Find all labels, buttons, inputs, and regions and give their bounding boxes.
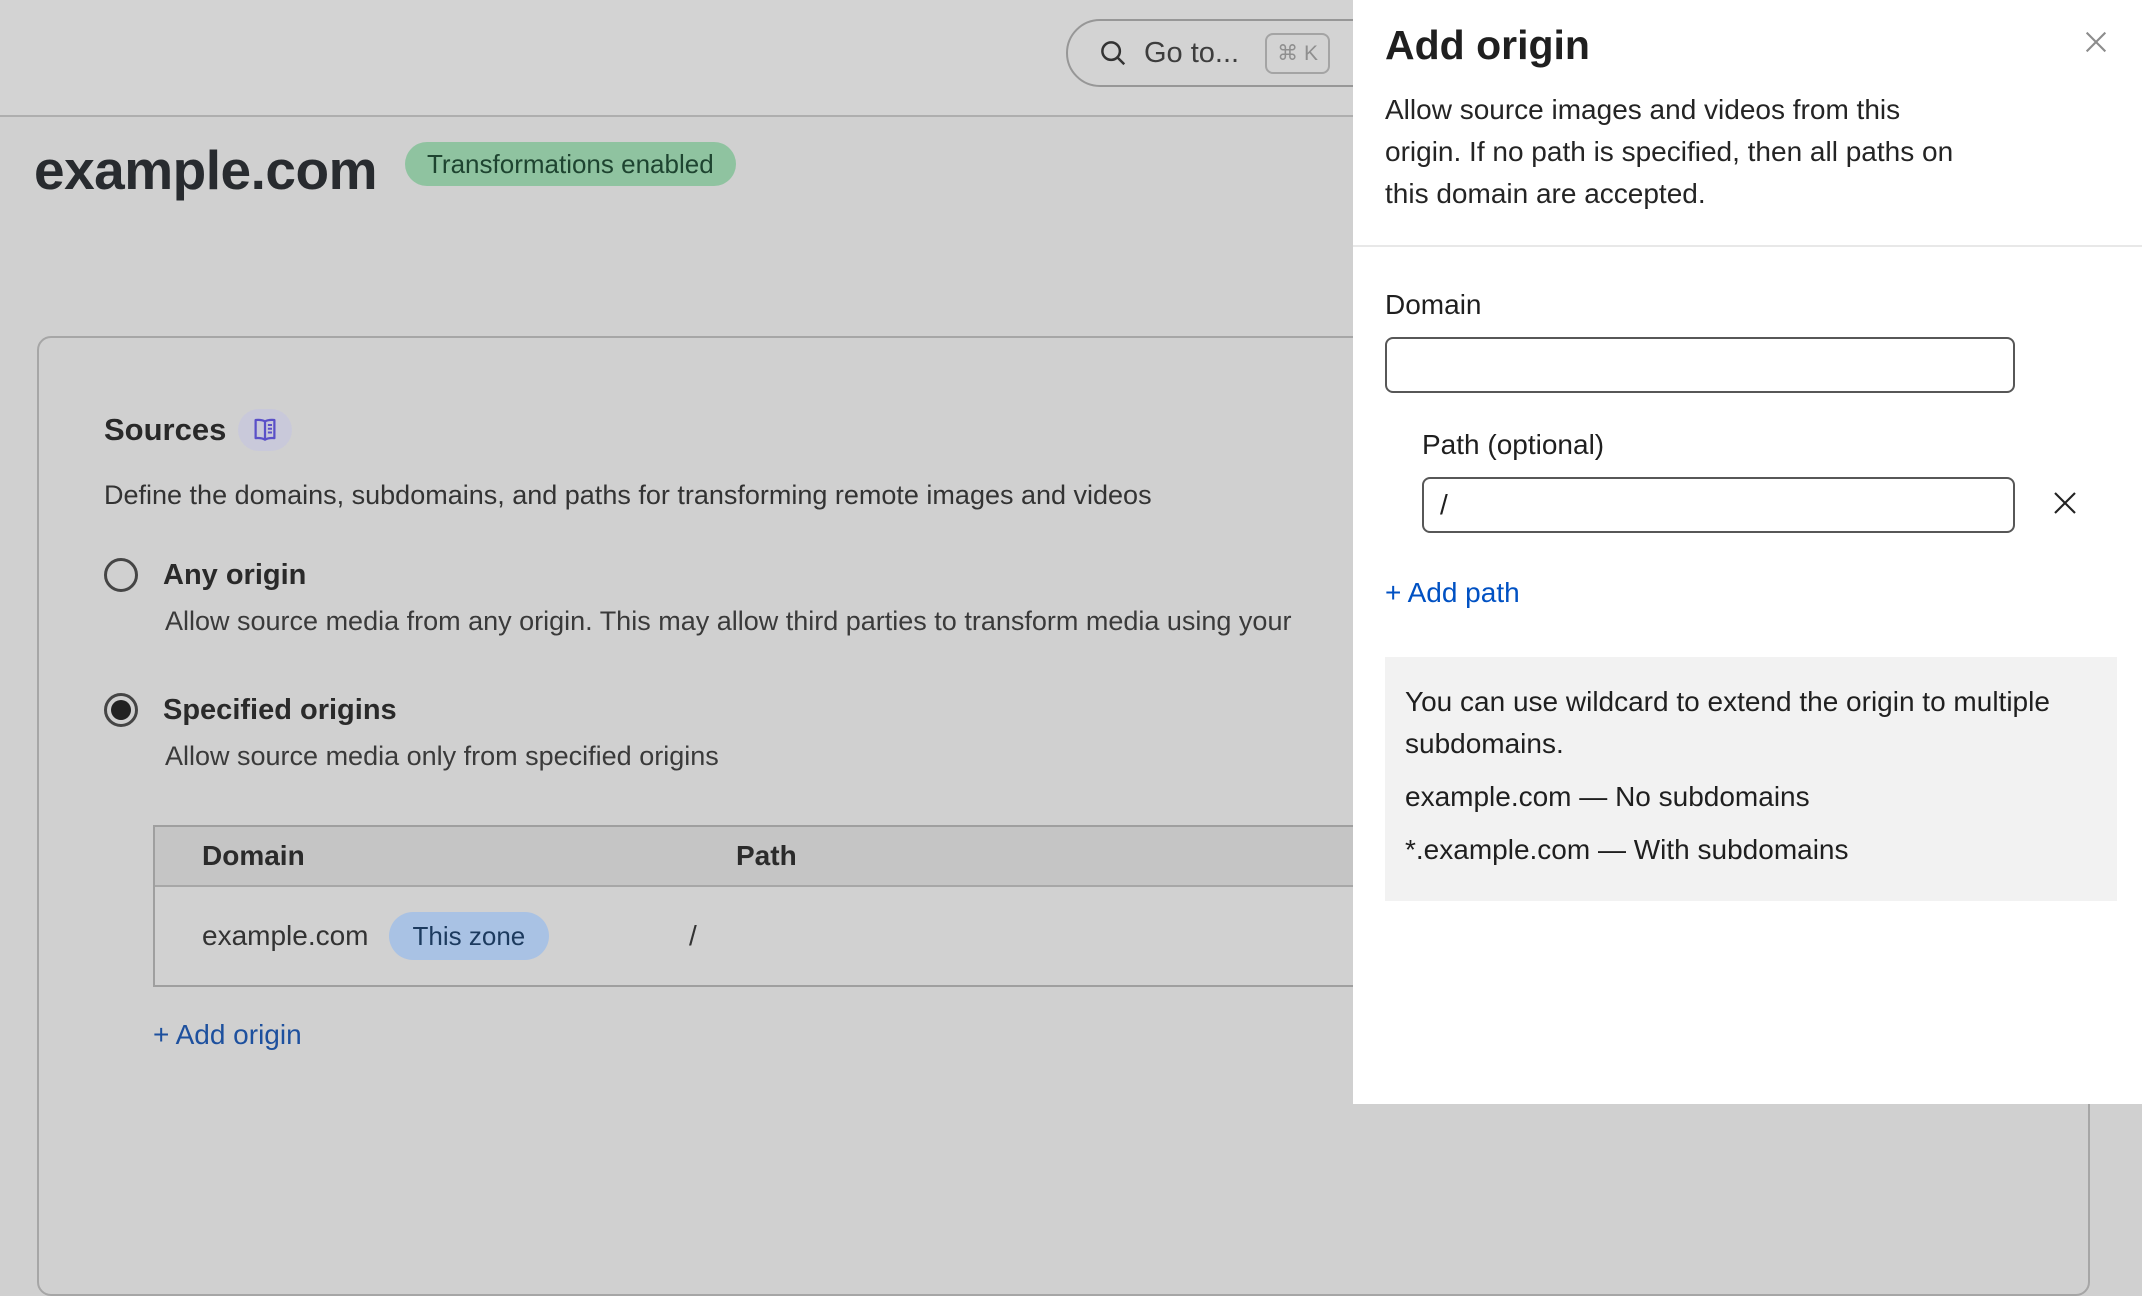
search-icon <box>1098 38 1128 68</box>
column-header-domain: Domain <box>155 840 689 872</box>
transformations-status-badge: Transformations enabled <box>405 142 736 186</box>
option-specified-origins-label[interactable]: Specified origins <box>163 694 397 727</box>
add-path-link[interactable]: + Add path <box>1385 577 1520 609</box>
remove-path-button[interactable] <box>2047 485 2083 524</box>
close-icon <box>2082 28 2110 56</box>
drawer-title: Add origin <box>1385 22 1590 69</box>
row-domain-value: example.com <box>202 920 369 952</box>
page-title: example.com <box>34 138 377 202</box>
search-placeholder: Go to... <box>1144 37 1239 70</box>
wildcard-example-no-subdomains: example.com — No subdomains <box>1405 776 2097 818</box>
wildcard-info-text: You can use wildcard to extend the origi… <box>1405 681 2095 765</box>
add-origin-link[interactable]: + Add origin <box>153 1019 302 1051</box>
book-icon <box>250 415 280 445</box>
wildcard-info-box: You can use wildcard to extend the origi… <box>1385 657 2117 901</box>
option-any-origin-label[interactable]: Any origin <box>163 559 306 592</box>
path-field-label: Path (optional) <box>1422 429 2112 461</box>
path-input[interactable] <box>1422 477 2015 533</box>
drawer-description: Allow source images and videos from this… <box>1385 89 1965 215</box>
radio-specified-origins[interactable] <box>104 693 138 727</box>
domain-field-label: Domain <box>1385 289 2112 321</box>
this-zone-badge: This zone <box>389 912 550 960</box>
radio-any-origin[interactable] <box>104 558 138 592</box>
sources-heading: Sources <box>104 412 226 448</box>
remove-path-x-icon <box>2049 487 2081 519</box>
docs-link[interactable] <box>238 409 292 451</box>
add-origin-drawer: Add origin Allow source images and video… <box>1353 0 2142 1104</box>
domain-input[interactable] <box>1385 337 2015 393</box>
wildcard-example-with-subdomains: *.example.com — With subdomains <box>1405 829 2097 871</box>
page-title-row: example.com Transformations enabled <box>34 138 736 202</box>
drawer-divider <box>1353 245 2142 247</box>
command-k-shortcut: ⌘ K <box>1265 33 1330 74</box>
close-drawer-button[interactable] <box>2078 24 2114 63</box>
